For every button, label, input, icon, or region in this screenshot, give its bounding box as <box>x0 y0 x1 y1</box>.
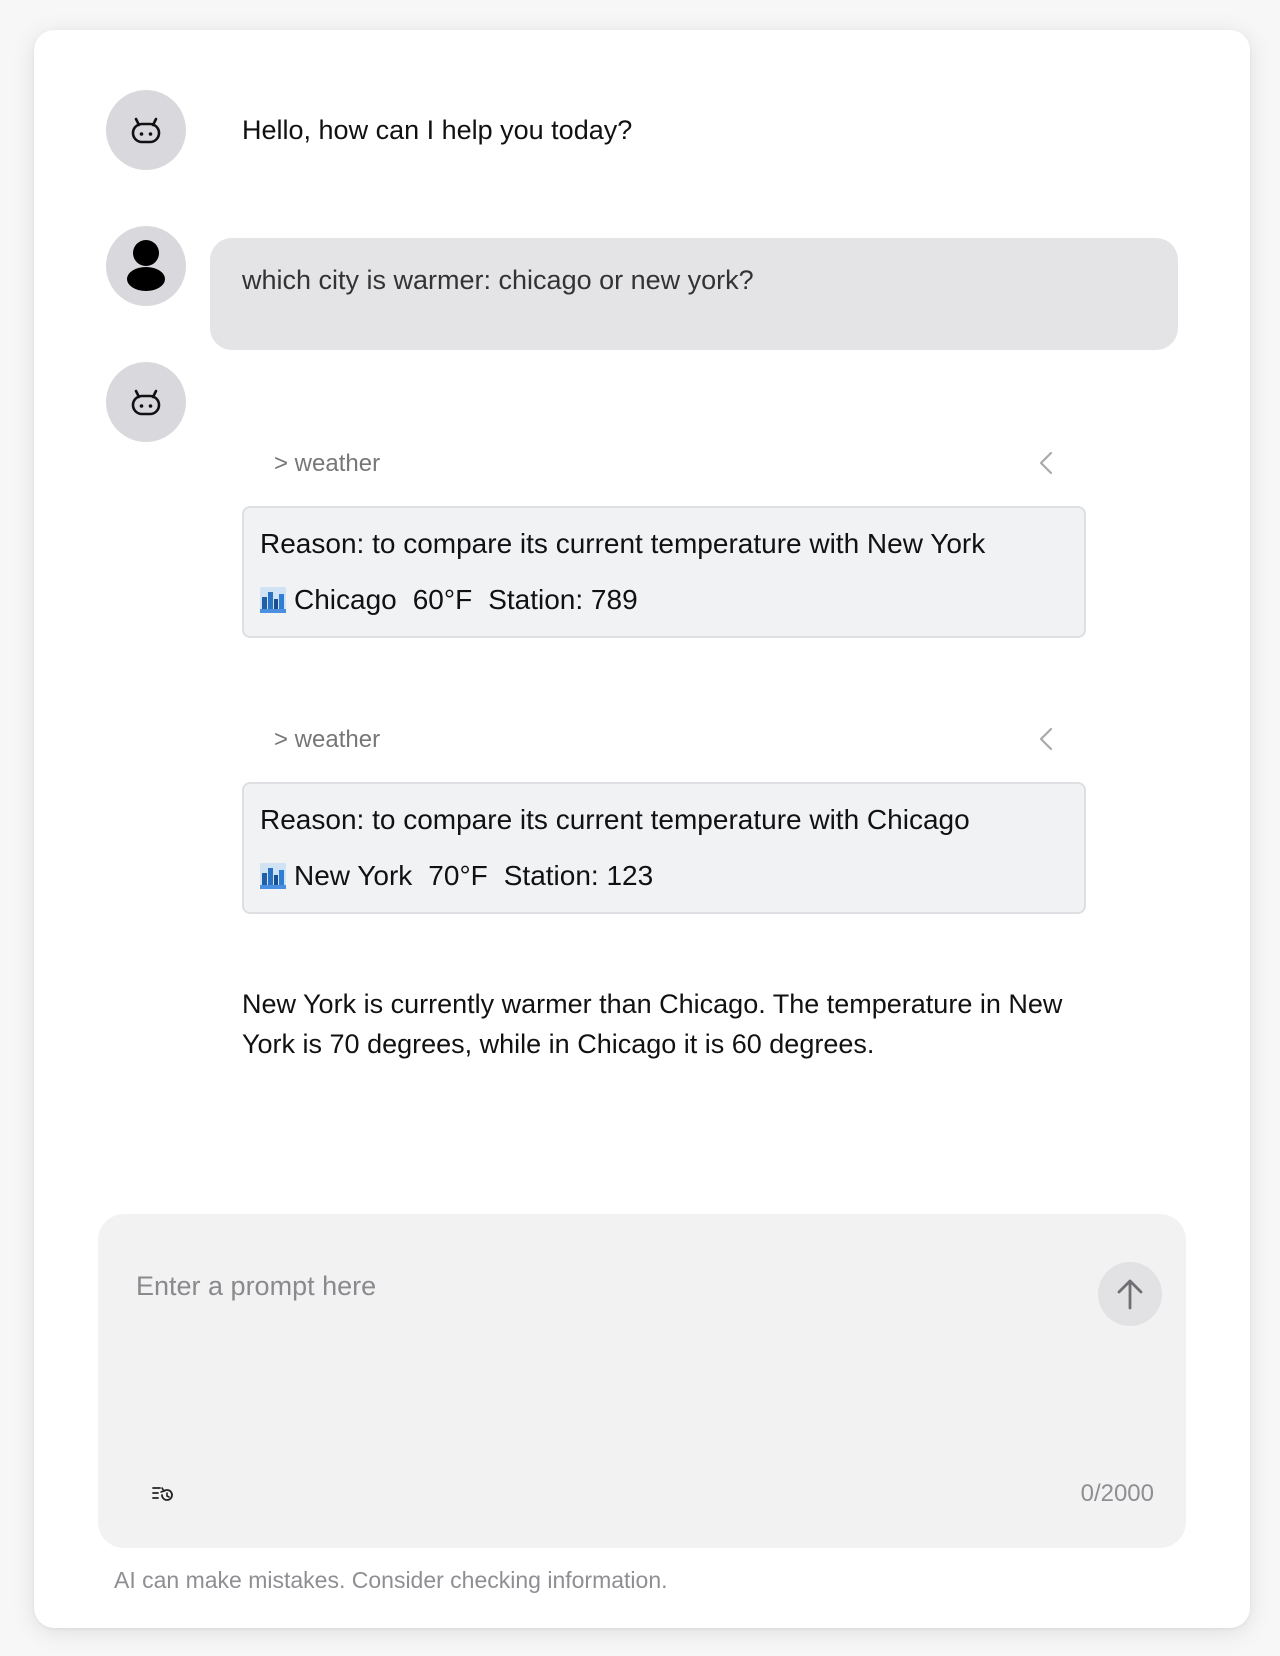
station: Station: 789 <box>488 584 638 615</box>
tool-reason: Reason: to compare its current temperatu… <box>260 804 970 835</box>
bot-avatar <box>106 362 186 442</box>
tool-reason: Reason: to compare its current temperatu… <box>260 528 986 559</box>
chevron-left-icon[interactable] <box>1038 726 1054 757</box>
disclaimer-text: AI can make mistakes. Consider checking … <box>114 1567 668 1593</box>
tool-result-card: Reason: to compare its current temperatu… <box>242 782 1086 914</box>
bot-greeting: Hello, how can I help you today? <box>242 115 633 145</box>
char-counter: 0/2000 <box>1080 1480 1154 1507</box>
station: Station: 123 <box>503 860 654 891</box>
user-avatar <box>106 226 186 306</box>
cityscape-icon <box>260 863 286 889</box>
city-name: Chicago <box>294 584 397 615</box>
history-icon <box>152 1487 173 1501</box>
arrow-up-icon <box>1117 1279 1143 1310</box>
user-icon <box>127 240 165 291</box>
weather-row: New York 70°F Station: 123 <box>260 858 653 894</box>
tool-call-header[interactable]: > weather <box>274 720 1054 760</box>
city-name: New York <box>294 860 413 891</box>
user-message-bubble: which city is warmer: chicago or new yor… <box>210 238 1178 350</box>
prompt-composer: 0/2000 <box>98 1214 1186 1548</box>
tool-call-label: > weather <box>274 726 381 753</box>
tool-result-card: Reason: to compare its current temperatu… <box>242 506 1086 638</box>
chat-panel: Hello, how can I help you today? which c… <box>34 30 1250 1628</box>
temperature: 70°F <box>428 860 488 891</box>
bot-answer: New York is currently warmer than Chicag… <box>242 989 1063 1059</box>
user-message-text: which city is warmer: chicago or new yor… <box>242 265 754 295</box>
temperature: 60°F <box>412 584 473 615</box>
tool-call-label: > weather <box>274 450 381 477</box>
send-button[interactable] <box>1098 1262 1162 1326</box>
chevron-left-icon[interactable] <box>1038 450 1054 481</box>
cityscape-icon <box>260 587 286 613</box>
history-button[interactable] <box>148 1479 178 1509</box>
tool-call-header[interactable]: > weather <box>274 444 1054 484</box>
bot-icon <box>131 389 161 416</box>
prompt-input[interactable] <box>136 1266 1036 1466</box>
bot-avatar <box>106 90 186 170</box>
weather-row: Chicago 60°F Station: 789 <box>260 582 638 618</box>
bot-icon <box>131 117 161 144</box>
